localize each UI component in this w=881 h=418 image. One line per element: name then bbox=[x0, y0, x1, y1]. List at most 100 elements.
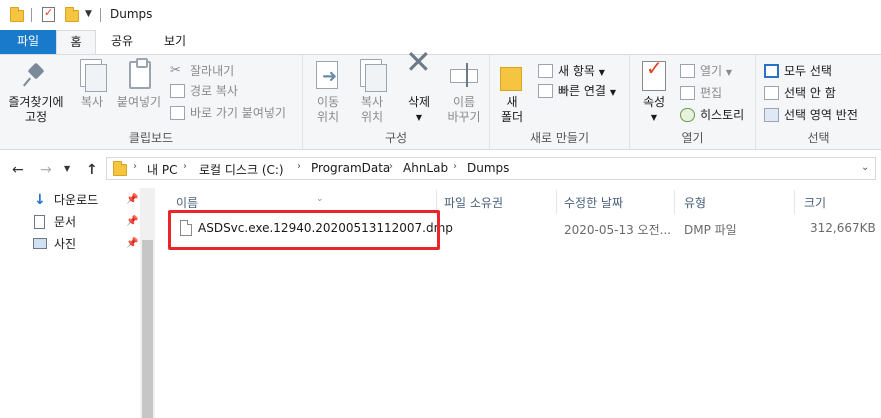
open-group: 속성 ▼ 열기 ▼ 편집 히스토리 열기 bbox=[630, 55, 756, 149]
up-arrow-icon[interactable]: ↑ bbox=[86, 162, 98, 178]
nav-item-label: 문서 bbox=[54, 215, 77, 229]
pin-icon bbox=[20, 59, 52, 91]
breadcrumb-separator-icon[interactable]: › bbox=[133, 161, 137, 172]
easy-access-label: 빠른 연결 bbox=[558, 84, 606, 98]
new-item-icon bbox=[538, 64, 553, 78]
delete-button[interactable]: 삭제 ▼ bbox=[399, 55, 439, 125]
properties-dropdown-icon[interactable]: ▼ bbox=[636, 110, 672, 125]
invert-selection-button[interactable]: 선택 영역 반전 bbox=[764, 105, 858, 125]
new-folder-label-line1: 새 bbox=[506, 95, 518, 109]
new-item-button[interactable]: 새 항목 ▼ bbox=[538, 61, 605, 81]
window-title: Dumps bbox=[110, 7, 153, 21]
sort-chevron-icon: ⌄ bbox=[316, 194, 324, 204]
title-bar: ▼ Dumps bbox=[0, 0, 881, 30]
scissors-icon: ✂ bbox=[170, 63, 181, 78]
paste-button[interactable]: 붙여넣기 bbox=[114, 58, 164, 110]
paste-shortcut-button[interactable]: 바로 가기 붙여넣기 bbox=[170, 103, 286, 123]
breadcrumb-local-disk[interactable]: 로컬 디스크 (C:) bbox=[199, 161, 284, 178]
open-label: 열기 bbox=[700, 64, 723, 78]
pin-icon[interactable]: 📌 bbox=[126, 238, 138, 249]
select-all-icon bbox=[764, 64, 779, 78]
delete-icon bbox=[403, 55, 435, 91]
select-all-button[interactable]: 모두 선택 bbox=[764, 61, 832, 81]
open-icon bbox=[680, 64, 695, 78]
new-group: 새 폴더 새 항목 ▼ 빠른 연결 ▼ 새로 만들기 bbox=[490, 55, 630, 149]
pin-icon[interactable]: 📌 bbox=[126, 194, 138, 205]
breadcrumb-separator-icon[interactable]: › bbox=[453, 161, 457, 172]
copy-to-button[interactable]: 복사 위치 bbox=[351, 59, 393, 125]
history-button[interactable]: 히스토리 bbox=[680, 105, 744, 125]
separator bbox=[100, 8, 101, 22]
breadcrumb-dumps[interactable]: Dumps bbox=[467, 161, 509, 175]
new-item-label: 새 항목 bbox=[558, 64, 595, 78]
pin-label-line2: 고정 bbox=[24, 110, 48, 124]
pin-icon[interactable]: 📌 bbox=[126, 216, 138, 227]
move-to-button[interactable]: 이동 위치 bbox=[307, 59, 349, 125]
breadcrumb-separator-icon[interactable]: › bbox=[389, 161, 393, 172]
breadcrumb-ahnlab[interactable]: AhnLab bbox=[403, 161, 448, 175]
paste-shortcut-icon bbox=[170, 106, 185, 120]
breadcrumb-this-pc[interactable]: 내 PC bbox=[147, 161, 177, 178]
new-item-dropdown-icon: ▼ bbox=[598, 68, 605, 77]
delete-dropdown-icon[interactable]: ▼ bbox=[399, 110, 439, 125]
clipboard-group-label: 클립보드 bbox=[128, 131, 174, 145]
download-icon: ↓ bbox=[34, 192, 46, 208]
select-none-button[interactable]: 선택 안 함 bbox=[764, 83, 836, 103]
separator bbox=[31, 8, 32, 22]
copy-to-label-line1: 복사 bbox=[360, 95, 384, 109]
document-icon bbox=[34, 215, 45, 229]
history-label: 히스토리 bbox=[700, 108, 745, 122]
new-folder-icon[interactable] bbox=[65, 7, 79, 22]
cut-button[interactable]: ✂ 잘라내기 bbox=[170, 61, 234, 81]
select-none-icon bbox=[764, 86, 779, 100]
select-all-label: 모두 선택 bbox=[784, 64, 832, 78]
easy-access-button[interactable]: 빠른 연결 ▼ bbox=[538, 81, 616, 101]
properties-button[interactable]: 속성 ▼ bbox=[636, 59, 672, 125]
open-group-label: 열기 bbox=[681, 131, 704, 145]
forward-arrow-icon[interactable]: → bbox=[40, 162, 52, 178]
file-size: 312,667KB bbox=[810, 221, 876, 235]
breadcrumb-separator-icon[interactable]: › bbox=[297, 161, 301, 172]
select-none-label: 선택 안 함 bbox=[784, 86, 836, 100]
invert-selection-label: 선택 영역 반전 bbox=[784, 108, 858, 122]
breadcrumb-programdata[interactable]: ProgramData bbox=[311, 161, 390, 175]
move-to-label-line2: 위치 bbox=[316, 110, 340, 124]
address-folder-icon bbox=[113, 161, 127, 176]
column-header-type[interactable]: 유형 bbox=[684, 193, 706, 213]
address-dropdown-chevron-icon[interactable]: ⌄ bbox=[861, 162, 869, 173]
column-header-size[interactable]: 크기 bbox=[804, 193, 826, 213]
ribbon: 즐겨찾기에 고정 복사 붙여넣기 ✂ 잘라내기 경로 복사 바로 가기 붙여넣기… bbox=[0, 54, 881, 150]
tab-home[interactable]: 홈 bbox=[56, 30, 96, 55]
column-header-owner[interactable]: 파일 소유권 bbox=[444, 193, 503, 213]
properties-check-icon bbox=[638, 59, 670, 91]
properties-icon[interactable] bbox=[42, 6, 55, 22]
rename-button[interactable]: 이름 바꾸기 bbox=[441, 59, 487, 125]
breadcrumb-separator-icon[interactable]: › bbox=[183, 161, 187, 172]
column-divider[interactable] bbox=[794, 190, 795, 214]
invert-selection-icon bbox=[764, 108, 779, 122]
pin-to-quick-access-button[interactable]: 즐겨찾기에 고정 bbox=[4, 59, 68, 125]
tab-view[interactable]: 보기 bbox=[150, 30, 200, 54]
clipboard-group: 즐겨찾기에 고정 복사 붙여넣기 ✂ 잘라내기 경로 복사 바로 가기 붙여넣기… bbox=[0, 55, 303, 149]
new-folder-button[interactable]: 새 폴더 bbox=[496, 59, 528, 125]
copy-button[interactable]: 복사 bbox=[72, 59, 112, 110]
rename-label-line1: 이름 bbox=[452, 95, 476, 109]
address-bar[interactable]: › 내 PC › 로컬 디스크 (C:) › ProgramData › Ahn… bbox=[106, 157, 876, 180]
column-header-modified[interactable]: 수정한 날짜 bbox=[564, 193, 623, 213]
column-divider[interactable] bbox=[674, 190, 675, 214]
recent-locations-chevron-icon[interactable]: ▼ bbox=[64, 164, 70, 173]
quick-access-dropdown-icon[interactable]: ▼ bbox=[85, 9, 92, 19]
tab-file[interactable]: 파일 bbox=[0, 30, 56, 54]
navpane-scrollbar-thumb[interactable] bbox=[142, 240, 153, 418]
easy-access-dropdown-icon: ▼ bbox=[609, 88, 616, 97]
copy-path-button[interactable]: 경로 복사 bbox=[170, 81, 238, 101]
edit-button[interactable]: 편집 bbox=[680, 83, 722, 103]
open-button[interactable]: 열기 ▼ bbox=[680, 61, 732, 81]
column-divider[interactable] bbox=[556, 190, 557, 214]
clipboard-icon bbox=[123, 58, 155, 91]
tab-share[interactable]: 공유 bbox=[100, 30, 144, 54]
copy-path-label: 경로 복사 bbox=[190, 84, 238, 98]
organize-group: 이동 위치 복사 위치 삭제 ▼ 이름 바꾸기 구성 bbox=[303, 55, 490, 149]
highlight-box bbox=[168, 210, 440, 250]
back-arrow-icon[interactable]: ← bbox=[12, 162, 24, 178]
